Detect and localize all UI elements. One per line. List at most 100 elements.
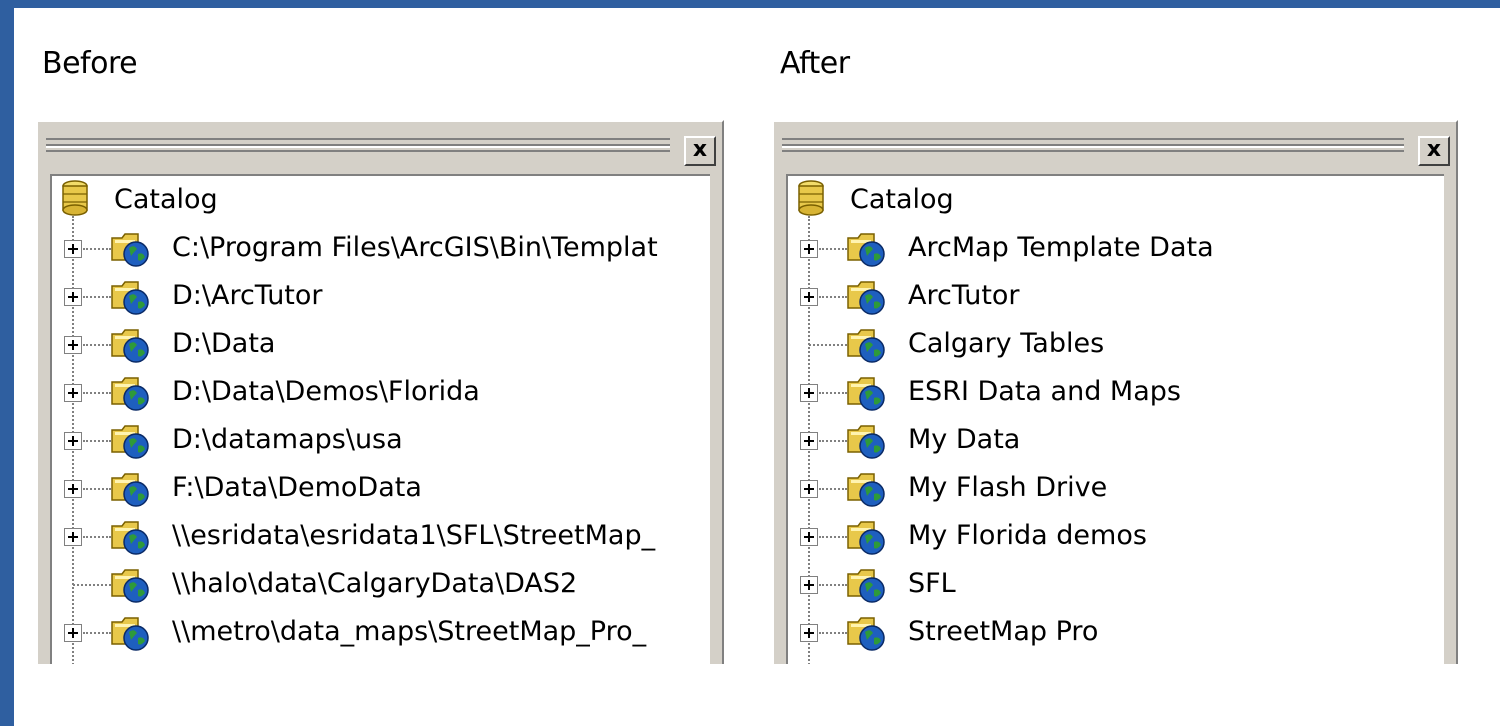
expand-plus-icon[interactable]	[64, 480, 82, 498]
tree-connector	[819, 392, 847, 394]
tree-item-label: \\esridata\esridata1\SFL\StreetMap_	[172, 520, 656, 551]
tree-root-label: Catalog	[114, 184, 218, 215]
tree-item-label: F:\Data\DemoData	[172, 472, 422, 503]
tree-connector	[819, 632, 847, 634]
tree-item-label: My Florida demos	[908, 520, 1147, 551]
folder-connection-icon	[110, 230, 150, 268]
folder-connection-icon	[110, 422, 150, 460]
tree-item[interactable]: My Florida demos	[788, 512, 1444, 560]
expand-plus-icon[interactable]	[800, 624, 818, 642]
folder-connection-icon	[846, 518, 886, 556]
tree-item-label: SFL	[908, 568, 956, 599]
tree-root[interactable]: Catalog	[788, 176, 1444, 224]
folder-connection-icon	[110, 470, 150, 508]
catalog-panel-after: x Catalog ArcMap Template Data ArcTutor Ca…	[772, 120, 1458, 664]
folder-connection-icon	[846, 422, 886, 460]
tree-connector	[73, 584, 111, 586]
tree-item-label: \\metro\data_maps\StreetMap_Pro_	[172, 616, 647, 647]
tree-item[interactable]: StreetMap Pro	[788, 608, 1444, 656]
expand-plus-icon[interactable]	[64, 384, 82, 402]
after-heading: After	[780, 46, 850, 81]
tree-connector	[83, 344, 111, 346]
catalog-icon	[798, 180, 824, 216]
tree-item[interactable]: ESRI Data and Maps	[788, 368, 1444, 416]
folder-connection-icon	[846, 326, 886, 364]
catalog-tree-after[interactable]: Catalog ArcMap Template Data ArcTutor Calg…	[786, 174, 1444, 664]
folder-connection-icon	[110, 278, 150, 316]
tree-item-label: D:\Data\Demos\Florida	[172, 376, 480, 407]
tree-connector	[83, 296, 111, 298]
tree-item[interactable]: Calgary Tables	[788, 320, 1444, 368]
folder-connection-icon	[846, 470, 886, 508]
slide: Before After x Catalog C:\Program Files\…	[14, 8, 1500, 726]
tree-item-label: D:\Data	[172, 328, 276, 359]
expand-plus-icon[interactable]	[800, 288, 818, 306]
tree-item[interactable]: \\esridata\esridata1\SFL\StreetMap_	[52, 512, 710, 560]
tree-item[interactable]: D:\Data\Demos\Florida	[52, 368, 710, 416]
folder-connection-icon	[110, 326, 150, 364]
tree-item-label: ArcTutor	[908, 280, 1020, 311]
tree-item[interactable]: My Flash Drive	[788, 464, 1444, 512]
tree-item[interactable]: D:\datamaps\usa	[52, 416, 710, 464]
tree-connector	[83, 632, 111, 634]
folder-connection-icon	[110, 518, 150, 556]
tree-item-label: My Flash Drive	[908, 472, 1108, 503]
folder-connection-icon	[846, 614, 886, 652]
tree-connector	[819, 248, 847, 250]
tree-connector	[83, 440, 111, 442]
close-button[interactable]: x	[1418, 136, 1450, 166]
tree-item-label: ArcMap Template Data	[908, 232, 1214, 263]
catalog-tree-before[interactable]: Catalog C:\Program Files\ArcGIS\Bin\Temp…	[50, 174, 710, 664]
tree-item[interactable]: \\metro\data_maps\StreetMap_Pro_	[52, 608, 710, 656]
folder-connection-icon	[846, 278, 886, 316]
tree-item[interactable]: D:\Data	[52, 320, 710, 368]
before-heading: Before	[42, 46, 138, 81]
tree-item[interactable]: ArcTutor	[788, 272, 1444, 320]
expand-plus-icon[interactable]	[64, 336, 82, 354]
tree-root-label: Catalog	[850, 184, 954, 215]
tree-item[interactable]: \\halo\data\CalgaryData\DAS2	[52, 560, 710, 608]
tree-item[interactable]: SFL	[788, 560, 1444, 608]
folder-connection-icon	[846, 566, 886, 604]
tree-item-label: \\halo\data\CalgaryData\DAS2	[172, 568, 578, 599]
catalog-icon	[62, 180, 88, 216]
tree-connector	[819, 440, 847, 442]
folder-connection-icon	[846, 374, 886, 412]
folder-connection-icon	[110, 566, 150, 604]
tree-connector	[819, 296, 847, 298]
tree-connector	[83, 536, 111, 538]
expand-plus-icon[interactable]	[800, 528, 818, 546]
tree-item-label: Calgary Tables	[908, 328, 1105, 359]
folder-connection-icon	[110, 374, 150, 412]
close-button[interactable]: x	[684, 136, 716, 166]
tree-connector	[819, 488, 847, 490]
tree-connector	[83, 392, 111, 394]
expand-plus-icon[interactable]	[800, 384, 818, 402]
tree-item[interactable]: F:\Data\DemoData	[52, 464, 710, 512]
tree-item-label: C:\Program Files\ArcGIS\Bin\Templat	[172, 232, 658, 263]
expand-plus-icon[interactable]	[64, 528, 82, 546]
tree-item-label: ESRI Data and Maps	[908, 376, 1181, 407]
tree-item-label: D:\datamaps\usa	[172, 424, 403, 455]
expand-plus-icon[interactable]	[800, 432, 818, 450]
tree-root[interactable]: Catalog	[52, 176, 710, 224]
panel-grip[interactable]	[782, 138, 1404, 152]
tree-item[interactable]: D:\ArcTutor	[52, 272, 710, 320]
tree-item-label: StreetMap Pro	[908, 616, 1099, 647]
expand-plus-icon[interactable]	[800, 576, 818, 594]
expand-plus-icon[interactable]	[64, 624, 82, 642]
expand-plus-icon[interactable]	[64, 288, 82, 306]
tree-connector	[83, 248, 111, 250]
panel-grip[interactable]	[46, 138, 670, 152]
expand-plus-icon[interactable]	[800, 480, 818, 498]
tree-item-label: D:\ArcTutor	[172, 280, 323, 311]
tree-item[interactable]: My Data	[788, 416, 1444, 464]
tree-item[interactable]: ArcMap Template Data	[788, 224, 1444, 272]
catalog-panel-before: x Catalog C:\Program Files\ArcGIS\Bin\Te…	[36, 120, 724, 664]
folder-connection-icon	[110, 614, 150, 652]
expand-plus-icon[interactable]	[800, 240, 818, 258]
expand-plus-icon[interactable]	[64, 432, 82, 450]
tree-item[interactable]: C:\Program Files\ArcGIS\Bin\Templat	[52, 224, 710, 272]
expand-plus-icon[interactable]	[64, 240, 82, 258]
tree-connector	[819, 584, 847, 586]
